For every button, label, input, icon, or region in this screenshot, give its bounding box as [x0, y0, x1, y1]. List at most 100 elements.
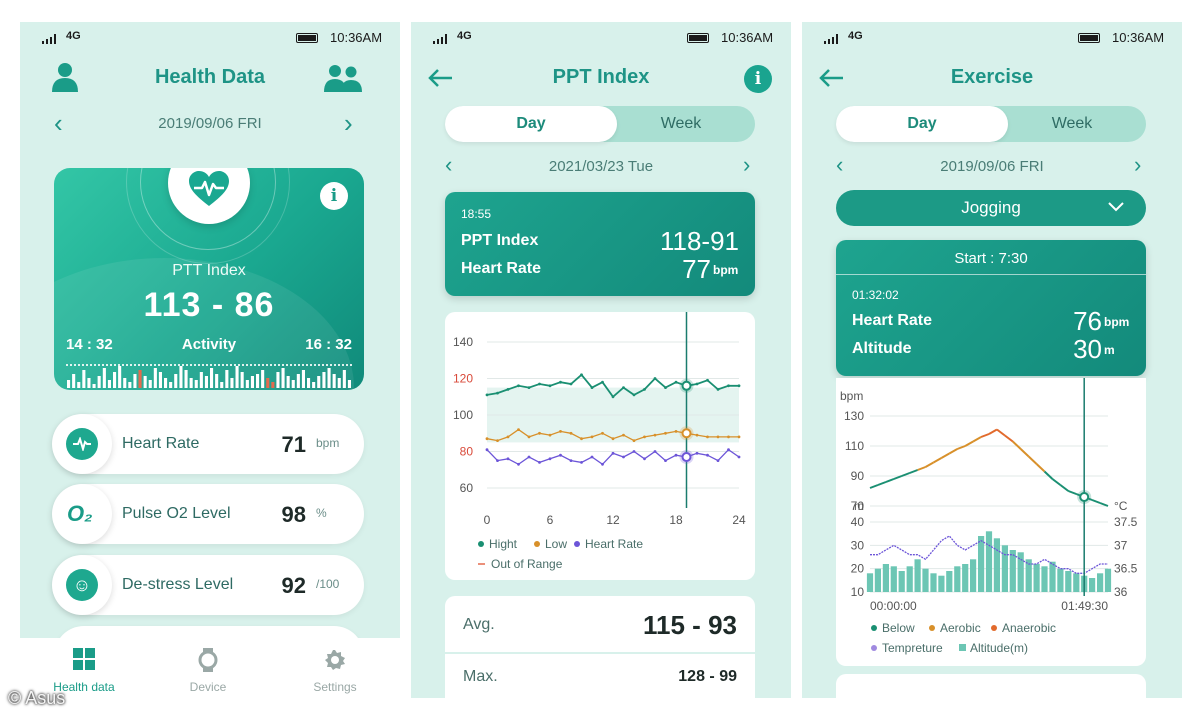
- page-title: PPT Index: [552, 66, 650, 88]
- tab-week[interactable]: Week: [595, 106, 767, 142]
- family-icon[interactable]: [324, 64, 362, 92]
- activity-bar: [332, 374, 336, 388]
- tooltip-hr-unit: bpm: [713, 263, 739, 277]
- ppt-index-screen: 4G 10:36AM PPT Index i Week Day ‹ 2021/0…: [411, 22, 791, 698]
- heart-rate-segment: [869, 484, 879, 489]
- current-date: 2021/03/23 Tue: [548, 158, 654, 175]
- x-tick-label: 6: [547, 513, 554, 527]
- tooltip-time: 01:32:02: [852, 288, 899, 302]
- data-point: [653, 450, 657, 453]
- activity-bar: [169, 382, 173, 388]
- metric-unit: %: [316, 506, 327, 520]
- info-icon[interactable]: i: [320, 182, 348, 210]
- metric-card-destress[interactable]: ☺ De-stress Level 92 /100: [52, 555, 364, 615]
- nav-health-data[interactable]: Health data: [34, 648, 134, 694]
- data-point: [590, 435, 594, 439]
- exercise-chart[interactable]: bpm7090110130m °C102030403636.53737.500:0…: [836, 378, 1146, 666]
- heart-rate-segment: [877, 481, 887, 486]
- ptt-index-card[interactable]: i PTT Index 113 - 86 14 : 32 Activity 16…: [54, 168, 364, 390]
- data-point: [632, 393, 636, 397]
- data-point: [538, 431, 541, 435]
- activity-bar: [107, 380, 111, 388]
- x-tick-label: 0: [484, 513, 491, 527]
- data-point: [538, 382, 541, 386]
- health-data-screen: 4G 10:36AM Health Data ‹ 2019/09/06 FRI …: [20, 22, 400, 698]
- nav-label: Device: [189, 680, 227, 694]
- altitude-bar: [898, 571, 905, 592]
- y-tick-label: 90: [851, 469, 865, 483]
- legend-marker: [478, 541, 484, 547]
- ptt-value: 113 - 86: [143, 286, 275, 324]
- altitude-bar: [914, 559, 921, 592]
- altitude-bar: [1049, 561, 1056, 592]
- data-point: [601, 380, 604, 384]
- exercise-tooltip: Start : 7:30 01:32:02 Heart Rate 76 bpm …: [836, 240, 1146, 376]
- heart-rate-segment: [925, 461, 934, 468]
- activity-bar: [281, 368, 285, 388]
- data-point: [643, 435, 646, 439]
- activity-bar: [184, 370, 188, 388]
- y-tick-label: 110: [845, 439, 864, 453]
- data-point: [632, 450, 636, 453]
- activity-bar: [102, 368, 106, 388]
- activity-bar: [347, 380, 351, 388]
- nav-label: Settings: [313, 680, 357, 694]
- activity-bar: [67, 380, 71, 388]
- activity-value: Jogging: [961, 198, 1021, 217]
- ppt-chart-panel: 60 80 100 120 140 0 6 12 18 24 Hight Low Heart Rate O…: [445, 292, 755, 580]
- activity-select[interactable]: Jogging: [836, 190, 1146, 226]
- activity-bar: [128, 382, 132, 388]
- altitude-bar: [1073, 573, 1080, 592]
- altitude-bar: [1041, 566, 1048, 592]
- tooltip-hr-value: 76: [1073, 306, 1102, 336]
- next-day-button[interactable]: ›: [743, 154, 750, 176]
- altitude-bar: [1104, 568, 1112, 592]
- data-point: [727, 384, 730, 388]
- altitude-bar: [962, 564, 969, 592]
- y-tick-label-right: 36: [1114, 585, 1128, 599]
- data-point: [622, 433, 625, 437]
- next-day-button[interactable]: ›: [1134, 154, 1141, 176]
- heart-rate-segment: [1091, 499, 1101, 504]
- activity-bar: [113, 372, 117, 388]
- next-day-button[interactable]: ›: [344, 110, 353, 136]
- max-label: Max.: [463, 668, 498, 685]
- heart-rate-segment: [1059, 484, 1069, 492]
- altitude-bar: [1001, 545, 1008, 592]
- x-tick-label: 24: [732, 513, 746, 527]
- nav-device[interactable]: Device: [158, 648, 258, 694]
- data-point: [695, 451, 699, 455]
- tooltip-hr-label: Heart Rate: [852, 312, 933, 329]
- altitude-bar: [938, 575, 945, 592]
- metric-card-heart-rate[interactable]: Heart Rate 71 bpm: [52, 414, 364, 474]
- max-value: 128 - 99: [678, 668, 737, 685]
- altitude-bar: [882, 564, 889, 592]
- metric-card-pulse-o2[interactable]: O₂ Pulse O2 Level 98 %: [52, 484, 364, 544]
- ppt-line-chart[interactable]: 60 80 100 120 140 0 6 12 18 24 Hight Low Heart Rate O…: [445, 292, 755, 580]
- activity-bar: [307, 378, 311, 388]
- info-icon[interactable]: i: [744, 65, 772, 93]
- exercise-screen: 4G 10:36AM Exercise Week Day ‹ 2019/09/0…: [802, 22, 1182, 698]
- heart-rate-segment: [972, 436, 982, 443]
- legend-marker: [534, 541, 540, 547]
- data-point: [706, 378, 709, 382]
- data-point: [506, 457, 510, 461]
- activity-bar: [317, 376, 321, 388]
- tab-week[interactable]: Week: [986, 106, 1158, 142]
- tab-day[interactable]: Day: [445, 106, 617, 142]
- tooltip-alt-label: Altitude: [852, 340, 912, 357]
- summary-panel: [836, 674, 1146, 698]
- activity-bar: [245, 380, 249, 388]
- data-point: [653, 377, 657, 380]
- activity-bar: [194, 380, 198, 388]
- x-tick-label: 18: [669, 513, 683, 527]
- data-point: [716, 388, 720, 391]
- nav-settings[interactable]: Settings: [285, 648, 385, 694]
- tab-day[interactable]: Day: [836, 106, 1008, 142]
- legend-label: Heart Rate: [585, 537, 643, 551]
- activity-bar: [312, 382, 316, 388]
- data-point: [590, 386, 594, 389]
- data-point: [517, 462, 520, 466]
- activity-bar: [261, 370, 265, 388]
- altitude-bar: [1089, 578, 1096, 592]
